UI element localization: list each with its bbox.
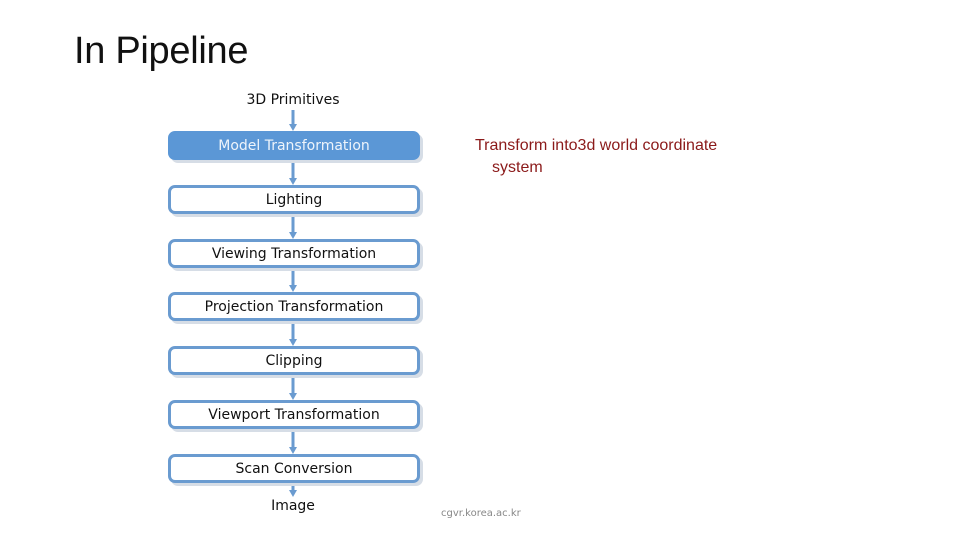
pipeline-stage-lighting: Lighting	[168, 185, 420, 214]
stage-label: Scan Conversion	[235, 460, 353, 477]
arrow-head-icon	[289, 232, 297, 239]
pipeline-arrows	[289, 110, 297, 497]
arrow-head-icon	[289, 339, 297, 346]
arrow-head-icon	[289, 124, 297, 131]
stage-label: Lighting	[265, 191, 323, 208]
arrow-head-icon	[289, 447, 297, 454]
arrow-head-icon	[289, 285, 297, 292]
pipeline-stage-scan-conversion: Scan Conversion	[168, 454, 420, 483]
input-label: 3D Primitives	[246, 92, 340, 108]
arrow-head-icon	[289, 490, 297, 497]
pipeline-stage-clipping: Clipping	[168, 346, 420, 375]
stage-label: Projection Transformation	[204, 298, 384, 315]
note-line-1: Transform into3d world coordinate	[475, 137, 718, 154]
note-line-2: system	[492, 159, 543, 176]
pipeline-stage-viewport-transformation: Viewport Transformation	[168, 400, 420, 429]
stage-label: Viewing Transformation	[211, 245, 377, 262]
stage-description-note: Transform into3d world coordinate system	[475, 135, 717, 179]
pipeline-stage-model-transformation: Model Transformation	[168, 131, 420, 160]
stage-label: Model Transformation	[218, 137, 370, 154]
footer-url: cgvr.korea.ac.kr	[441, 508, 521, 519]
pipeline-stage-projection-transformation: Projection Transformation	[168, 292, 420, 321]
pipeline-stage-viewing-transformation: Viewing Transformation	[168, 239, 420, 268]
arrow-head-icon	[289, 393, 297, 400]
stage-label: Clipping	[265, 352, 323, 369]
output-label: Image	[271, 498, 315, 514]
arrow-head-icon	[289, 178, 297, 185]
stage-label: Viewport Transformation	[208, 406, 380, 423]
